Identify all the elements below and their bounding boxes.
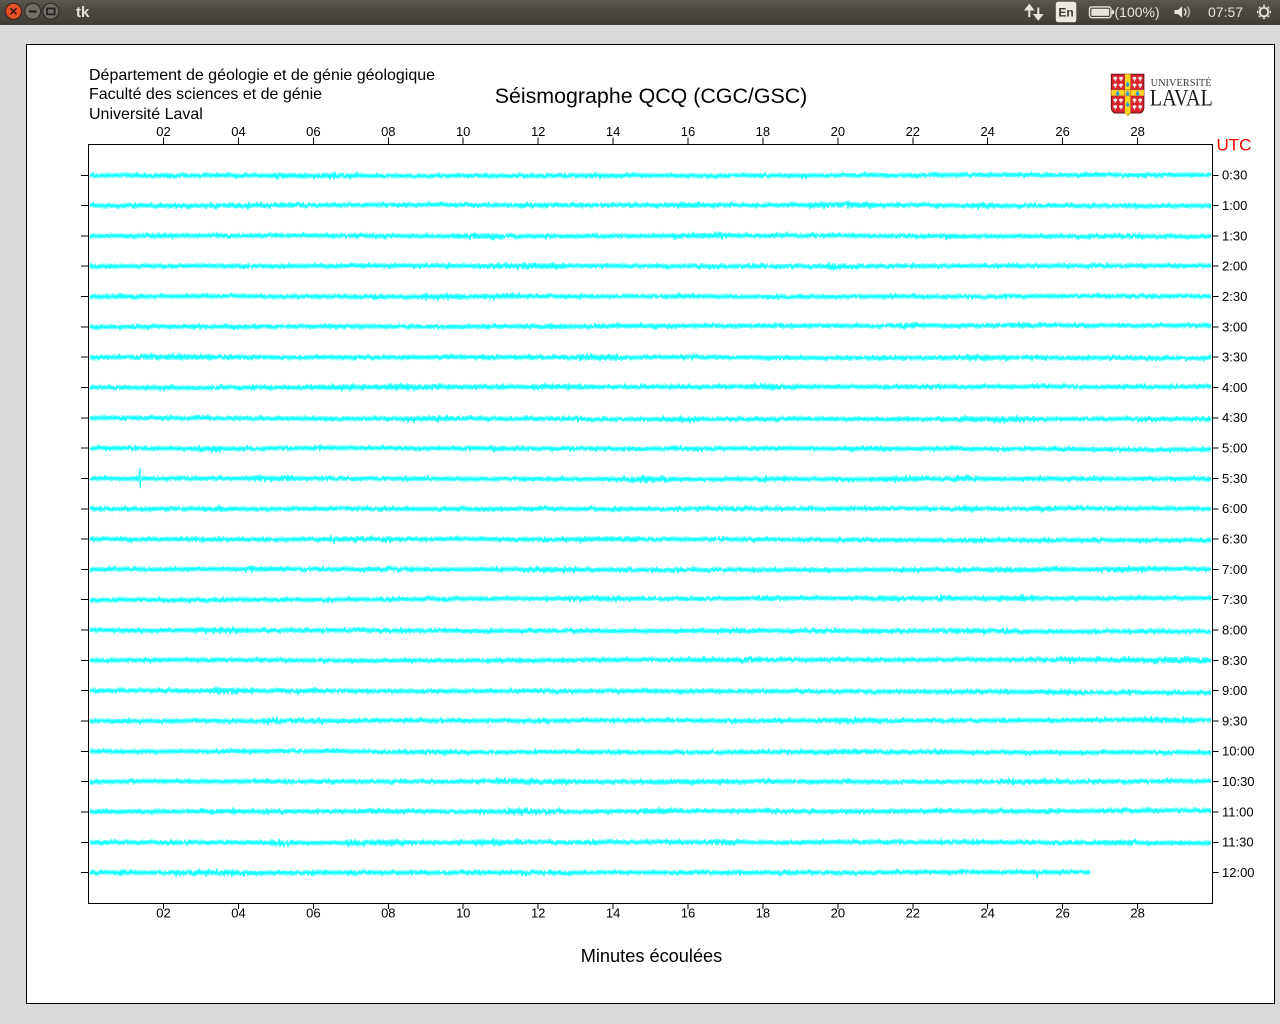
svg-text:2:00: 2:00	[1222, 259, 1247, 274]
svg-text:6:00: 6:00	[1222, 501, 1247, 516]
svg-text:20: 20	[831, 906, 845, 921]
svg-text:7:00: 7:00	[1222, 562, 1247, 577]
svg-text:18: 18	[756, 906, 770, 921]
svg-text:04: 04	[231, 906, 245, 921]
svg-text:(100%): (100%)	[1115, 4, 1160, 20]
svg-text:11:00: 11:00	[1222, 804, 1254, 819]
svg-text:14: 14	[606, 906, 620, 921]
svg-text:10: 10	[456, 124, 470, 139]
svg-text:11:30: 11:30	[1222, 835, 1254, 850]
svg-text:8:30: 8:30	[1222, 653, 1247, 668]
svg-text:6:30: 6:30	[1222, 532, 1247, 547]
svg-text:24: 24	[980, 124, 994, 139]
svg-text:18: 18	[756, 124, 770, 139]
svg-text:tk: tk	[76, 4, 90, 21]
svg-text:16: 16	[681, 124, 695, 139]
svg-text:08: 08	[381, 906, 395, 921]
svg-text:20: 20	[831, 124, 845, 139]
svg-text:22: 22	[906, 124, 920, 139]
svg-text:8:00: 8:00	[1222, 622, 1247, 637]
svg-text:16: 16	[681, 906, 695, 921]
svg-text:24: 24	[980, 906, 994, 921]
svg-text:4:00: 4:00	[1222, 380, 1247, 395]
svg-text:14: 14	[606, 124, 620, 139]
svg-text:07:57: 07:57	[1208, 4, 1243, 20]
svg-text:1:30: 1:30	[1222, 228, 1247, 243]
svg-text:UTC: UTC	[1217, 136, 1252, 155]
svg-text:22: 22	[906, 906, 920, 921]
svg-text:5:30: 5:30	[1222, 471, 1247, 486]
svg-text:26: 26	[1055, 124, 1069, 139]
svg-text:9:30: 9:30	[1222, 713, 1247, 728]
svg-text:08: 08	[381, 124, 395, 139]
svg-text:04: 04	[231, 124, 245, 139]
svg-text:5:00: 5:00	[1222, 441, 1247, 456]
svg-text:06: 06	[306, 124, 320, 139]
svg-text:28: 28	[1130, 906, 1144, 921]
svg-text:4:30: 4:30	[1222, 410, 1247, 425]
svg-text:9:00: 9:00	[1222, 683, 1247, 698]
svg-text:10:30: 10:30	[1222, 774, 1255, 789]
svg-text:LAVAL: LAVAL	[1150, 86, 1213, 112]
svg-text:En: En	[1058, 5, 1073, 19]
svg-text:3:30: 3:30	[1222, 350, 1247, 365]
svg-text:06: 06	[306, 906, 320, 921]
svg-text:10:00: 10:00	[1222, 744, 1255, 759]
svg-text:7:30: 7:30	[1222, 592, 1247, 607]
svg-text:26: 26	[1055, 906, 1069, 921]
svg-text:28: 28	[1130, 124, 1144, 139]
svg-text:2:30: 2:30	[1222, 289, 1247, 304]
svg-text:02: 02	[156, 124, 170, 139]
svg-text:12: 12	[531, 124, 545, 139]
svg-text:3:00: 3:00	[1222, 319, 1247, 334]
svg-text:12:00: 12:00	[1222, 865, 1255, 880]
svg-text:10: 10	[456, 906, 470, 921]
svg-text:1:00: 1:00	[1222, 198, 1247, 213]
svg-text:12: 12	[531, 906, 545, 921]
svg-text:02: 02	[156, 906, 170, 921]
svg-text:0:30: 0:30	[1222, 168, 1247, 183]
